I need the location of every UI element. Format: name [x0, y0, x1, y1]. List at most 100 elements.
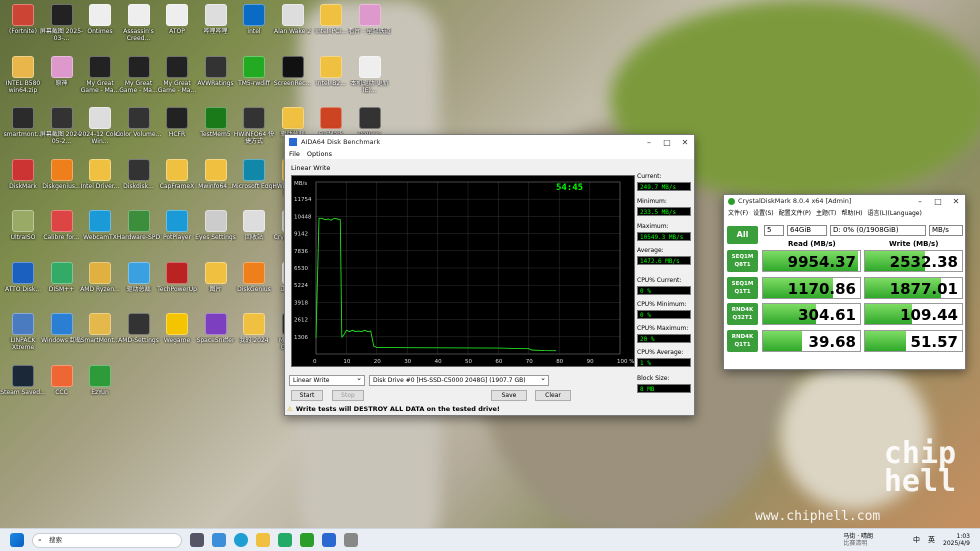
cdm-menu-theme[interactable]: 主题(T) [816, 208, 836, 217]
app-icon [243, 261, 265, 284]
ime-mode[interactable]: 中 [913, 535, 920, 545]
cdm-menu-profile[interactable]: 配置文件(P) [779, 208, 811, 217]
cpu-avg-label: CPU% Average: [637, 349, 684, 356]
desktop-icon[interactable]: 看片 - 星穹铁道 [349, 4, 391, 35]
desktop-icon[interactable]: Assassin's Creed... [118, 4, 160, 42]
clock[interactable]: 1:03 2025/4/9 [943, 533, 970, 547]
read-result: 9954.37 [762, 250, 861, 272]
unit-select[interactable]: MB/s [929, 225, 963, 236]
y-unit-label: MB/s [294, 181, 307, 187]
app-icon [127, 107, 150, 129]
store-icon[interactable] [278, 533, 292, 547]
stop-button[interactable]: Stop [332, 390, 364, 401]
app-taskbar-icon[interactable] [344, 533, 358, 547]
minimize-icon[interactable]: – [640, 138, 658, 147]
cdm-menu-file[interactable]: 文件(F) [728, 208, 748, 217]
save-button[interactable]: Save [491, 390, 527, 401]
row-test-name: RND4K [731, 333, 754, 340]
start-icon[interactable] [10, 533, 24, 547]
row-test-label[interactable]: SEQ1M Q8T1 [727, 250, 758, 272]
desktop-icon[interactable]: My Great Game - Ma... [156, 55, 198, 94]
drive-select-cdm[interactable]: D: 0% (0/1908GiB) [830, 225, 926, 236]
row-test-queue: Q32T1 [732, 315, 753, 321]
app-icon [358, 107, 381, 129]
write-value: 109.44 [900, 306, 958, 324]
read-value: 9954.37 [787, 253, 856, 271]
explorer-icon[interactable] [256, 533, 270, 547]
app-icon [50, 4, 73, 26]
maximum-value: 10549.3 MB/s [637, 232, 691, 241]
app-icon [204, 158, 227, 181]
weather-widget[interactable]: 马街 · 晴朗 比赛清明 [843, 533, 873, 547]
app-icon [50, 158, 73, 181]
row-test-label[interactable]: RND4K Q1T1 [727, 329, 758, 352]
desktop-icon[interactable]: 屏幕截图 2025-03-... [40, 4, 83, 42]
cpu-max-value: 20 % [637, 334, 691, 343]
drive-select[interactable]: Disk Drive #0 [HS-SSD-C5000 2048G] (1907… [369, 374, 549, 386]
cdm-titlebar[interactable]: CrystalDiskMark 8.0.4 x64 [Admin] – □ ✕ [724, 195, 965, 207]
edge-icon[interactable] [234, 533, 248, 547]
search-box[interactable]: ⌕ 搜索 [32, 532, 182, 548]
desktop-icon[interactable]: LINPACK Xtreme [2, 313, 44, 351]
clear-button[interactable]: Clear [535, 390, 571, 401]
app-icon [166, 158, 188, 181]
cpu-current-value: 0 % [637, 286, 691, 295]
widgets-icon[interactable] [212, 533, 226, 547]
count-select[interactable]: 5 [764, 225, 784, 236]
app-icon [281, 4, 304, 26]
x-tick-label: 40 [435, 359, 442, 365]
write-header: Write (MB/s) [889, 240, 939, 248]
aida-app-icon [289, 138, 297, 146]
ime-lang[interactable]: 英 [928, 535, 935, 545]
cdm-maximize-icon[interactable]: □ [929, 197, 947, 206]
desktop-icon[interactable]: EzYun [79, 364, 121, 396]
maximize-icon[interactable]: □ [658, 138, 676, 147]
app-icon [50, 107, 73, 129]
cdm-menu-settings[interactable]: 设置(S) [753, 208, 774, 217]
taskview-icon[interactable] [190, 533, 204, 547]
menu-options[interactable]: Options [307, 150, 332, 158]
desktop-icon[interactable]: HWiNFO64 快捷方式 [233, 107, 275, 145]
aida-menubar: File Options [285, 149, 694, 159]
aida-taskbar-icon[interactable] [322, 533, 336, 547]
weather-text: 马街 · 晴朗 [843, 533, 874, 540]
size-select[interactable]: 64GiB [787, 225, 827, 236]
average-label: Average: [637, 247, 664, 254]
read-header: Read (MB/s) [788, 240, 836, 248]
app-icon [243, 4, 265, 26]
cdm-minimize-icon[interactable]: – [911, 197, 929, 206]
desktop-icon[interactable]: INTEL B580 win64.zip [2, 55, 44, 94]
read-result: 1170.86 [762, 276, 861, 299]
row-test-label[interactable]: RND4K Q32T1 [727, 303, 758, 325]
app-icon [204, 210, 227, 232]
cpu-min-value: 0 % [637, 310, 691, 319]
read-value: 304.61 [798, 306, 856, 324]
app-icon [89, 210, 111, 232]
x-tick-label: 10 [343, 359, 350, 365]
read-bar [763, 330, 802, 351]
write-result: 109.44 [864, 303, 963, 325]
test-select[interactable]: Linear Write [289, 374, 365, 386]
all-button[interactable]: All [727, 226, 758, 244]
block-label: Block Size: [637, 375, 670, 382]
app-icon [204, 4, 227, 26]
y-tick-label: 10448 [294, 214, 312, 220]
warning-row: ⚠ Write tests will DESTROY ALL DATA on t… [287, 405, 500, 413]
row-test-label[interactable]: SEQ1M Q1T1 [727, 276, 758, 299]
desktop-icon[interactable]: 2024-12 Color Win... [79, 107, 121, 145]
cdm-taskbar-icon[interactable] [300, 533, 314, 547]
y-tick-label: 9142 [294, 232, 308, 238]
y-tick-label: 3918 [294, 300, 308, 306]
app-icon [243, 210, 265, 232]
cdm-menu-help[interactable]: 帮助(H) [841, 208, 862, 217]
app-icon [89, 4, 111, 26]
cdm-close-icon[interactable]: ✕ [947, 197, 965, 206]
menu-file[interactable]: File [289, 150, 300, 158]
cdm-menu-language[interactable]: 语言(L)(Language) [868, 208, 922, 217]
desktop-icon[interactable]: 本机驱动 更新(E)... [349, 55, 391, 94]
app-icon [204, 261, 227, 284]
app-icon [166, 107, 188, 129]
close-icon[interactable]: ✕ [676, 138, 694, 147]
aida-titlebar[interactable]: AIDA64 Disk Benchmark – □ ✕ [285, 135, 694, 149]
start-button[interactable]: Start [291, 390, 323, 401]
